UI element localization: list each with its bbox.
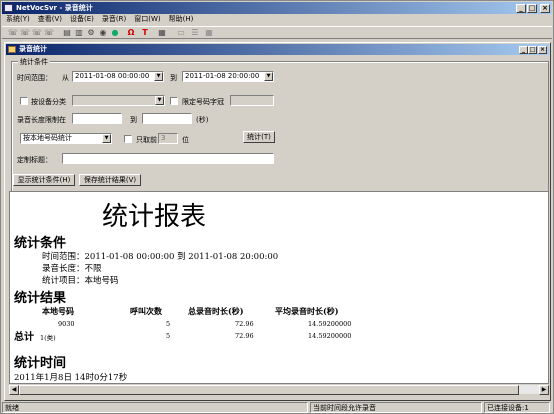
- child-minimize-button[interactable]: _: [519, 46, 528, 54]
- end-time-field[interactable]: 2011-01-08 20:00:00 ▼: [182, 71, 274, 82]
- child-title: 录音统计: [19, 45, 47, 53]
- chevron-down-icon[interactable]: ▼: [154, 72, 163, 81]
- col-header-avg: 平均录音时长(秒): [275, 306, 339, 316]
- stat-button[interactable]: 统计(T): [243, 131, 275, 143]
- record-stats-window: 录音统计 _ □ × 统计条件 时间范围： 从 2011-01-08 00:00…: [4, 42, 551, 401]
- app-window: NetVocSvr - 录音统计 _ □ × 系统(Y) 查看(V) 设备(E) 录音…: [0, 0, 554, 414]
- window-icon: ▭: [177, 28, 185, 37]
- child-close-button[interactable]: ×: [538, 46, 547, 54]
- col-header-total: 总录音时长(秒): [188, 306, 244, 316]
- child-maximize-button[interactable]: □: [528, 46, 537, 54]
- toolbar: ☏ ☏ ☏ ☏ ▤ ▥ ⚙ ◉ ● Ω T ▦ ▭ ☰ ▦: [2, 26, 552, 39]
- device-icon[interactable]: ▤: [62, 28, 72, 38]
- maximize-button[interactable]: □: [527, 4, 537, 13]
- scroll-thumb[interactable]: [19, 385, 519, 395]
- phone-icon[interactable]: ☏: [44, 28, 54, 38]
- report-view[interactable]: 统计报表 统计条件 时间范围：2011-01-08 00:00:00 到 201…: [9, 191, 549, 384]
- duration-max-input[interactable]: [142, 113, 192, 124]
- status-record-state: 当前时间段允许录音: [310, 402, 482, 413]
- custom-title-input[interactable]: [62, 153, 274, 164]
- to-label: 到: [170, 74, 177, 82]
- minimize-button[interactable]: _: [516, 4, 526, 13]
- stat-time-heading: 统计时间: [14, 356, 67, 371]
- by-device-label: 按设备分类: [31, 98, 66, 106]
- menu-help[interactable]: 帮助(H): [165, 14, 198, 25]
- col-header-number: 本地号码: [42, 306, 74, 316]
- chevron-down-icon[interactable]: ▼: [155, 96, 164, 105]
- child-title-bar: 录音统计 _ □ ×: [6, 44, 549, 55]
- from-label: 从: [62, 74, 69, 82]
- table-row-calls: 5: [166, 320, 171, 328]
- only-top-input[interactable]: 3: [158, 133, 178, 144]
- custom-title-label: 定制标题：: [17, 156, 52, 164]
- device-select[interactable]: ▼: [72, 95, 165, 106]
- total-avg: 14.59200000: [308, 332, 352, 340]
- menu-view[interactable]: 查看(V): [34, 14, 66, 25]
- conditions-legend: 统计条件: [18, 57, 50, 67]
- stats-icon: [8, 46, 16, 53]
- phone-icon[interactable]: ☏: [32, 28, 42, 38]
- prefix-checkbox[interactable]: [170, 97, 178, 105]
- status-connected: 已连接设备:1: [484, 402, 550, 413]
- status-ready: 就绪: [2, 402, 308, 413]
- device-icon[interactable]: ▥: [74, 28, 84, 38]
- total-label: 总计: [14, 332, 34, 343]
- start-time-field[interactable]: 2011-01-08 00:00:00 ▼: [72, 71, 164, 82]
- menu-system[interactable]: 系统(Y): [2, 14, 34, 25]
- stat-type-select[interactable]: 按本地号码统计 ▼: [20, 133, 112, 144]
- menu-bar: 系统(Y) 查看(V) 设备(E) 录音(R) 窗口(W) 帮助(H): [2, 14, 552, 25]
- title-bar: NetVocSvr - 录音统计 _ □ ×: [2, 2, 552, 14]
- conditions-heading: 统计条件: [14, 236, 67, 251]
- chevron-down-icon[interactable]: ▼: [264, 72, 273, 81]
- phone-icon[interactable]: ☏: [8, 28, 18, 38]
- total-duration: 72.96: [235, 332, 254, 340]
- list-icon: ☰: [191, 28, 199, 37]
- status-bar: 就绪 当前时间段允许录音 已连接设备:1: [2, 402, 552, 413]
- show-conditions-button[interactable]: 显示统计条件(H): [13, 174, 75, 186]
- settings-icon[interactable]: ⚙: [86, 28, 96, 38]
- total-count: 1(类): [40, 334, 56, 342]
- table-row-total: 72.96: [235, 320, 254, 328]
- prefix-label: 限定号码字冠: [182, 98, 224, 106]
- table-row-avg: 14.59200000: [308, 320, 352, 328]
- only-top-unit: 位: [182, 136, 189, 144]
- scroll-right-icon[interactable]: ▶: [539, 385, 549, 395]
- horizontal-scrollbar[interactable]: ◀ ▶: [9, 384, 549, 395]
- duration-to-label: 到: [130, 116, 137, 124]
- text-icon[interactable]: T: [140, 28, 150, 38]
- close-button[interactable]: ×: [540, 4, 550, 13]
- menu-record[interactable]: 录音(R): [98, 14, 130, 25]
- only-top-checkbox[interactable]: [124, 135, 132, 143]
- globe-icon[interactable]: ●: [110, 28, 120, 38]
- by-device-checkbox[interactable]: [20, 97, 28, 105]
- record-icon[interactable]: ◉: [98, 28, 108, 38]
- only-top-label: 只取前: [136, 136, 157, 144]
- grid-icon: ▦: [205, 28, 213, 37]
- col-header-calls: 呼叫次数: [130, 306, 162, 316]
- menu-device[interactable]: 设备(E): [66, 14, 98, 25]
- cond-item-text: 统计项目：本地号码: [42, 276, 119, 286]
- total-calls: 5: [166, 332, 171, 340]
- phone-icon[interactable]: ☏: [20, 28, 30, 38]
- app-icon: [4, 4, 13, 12]
- cond-time-text: 时间范围：2011-01-08 00:00:00 到 2011-01-08 20…: [42, 252, 279, 262]
- chevron-down-icon[interactable]: ▼: [102, 134, 111, 143]
- stat-time-text: 2011年1月8日 14时0分17秒: [14, 373, 128, 383]
- omega-icon[interactable]: Ω: [126, 28, 136, 38]
- cond-duration-text: 录音长度：不限: [42, 264, 102, 274]
- menu-window[interactable]: 窗口(W): [130, 14, 164, 25]
- report-title: 统计报表: [102, 202, 207, 232]
- duration-min-input[interactable]: [72, 113, 122, 124]
- duration-label: 录音长度限制在: [17, 116, 66, 124]
- chart-icon[interactable]: ▦: [157, 28, 167, 38]
- table-row-number: 9030: [58, 320, 75, 328]
- prefix-input[interactable]: [230, 95, 274, 106]
- window-title: NetVocSvr - 录音统计: [16, 4, 93, 12]
- duration-unit: (秒): [196, 116, 209, 124]
- time-range-label: 时间范围：: [17, 74, 52, 82]
- results-heading: 统计结果: [14, 291, 67, 306]
- save-results-button[interactable]: 保存统计结果(V): [79, 174, 141, 186]
- scroll-left-icon[interactable]: ◀: [9, 385, 19, 395]
